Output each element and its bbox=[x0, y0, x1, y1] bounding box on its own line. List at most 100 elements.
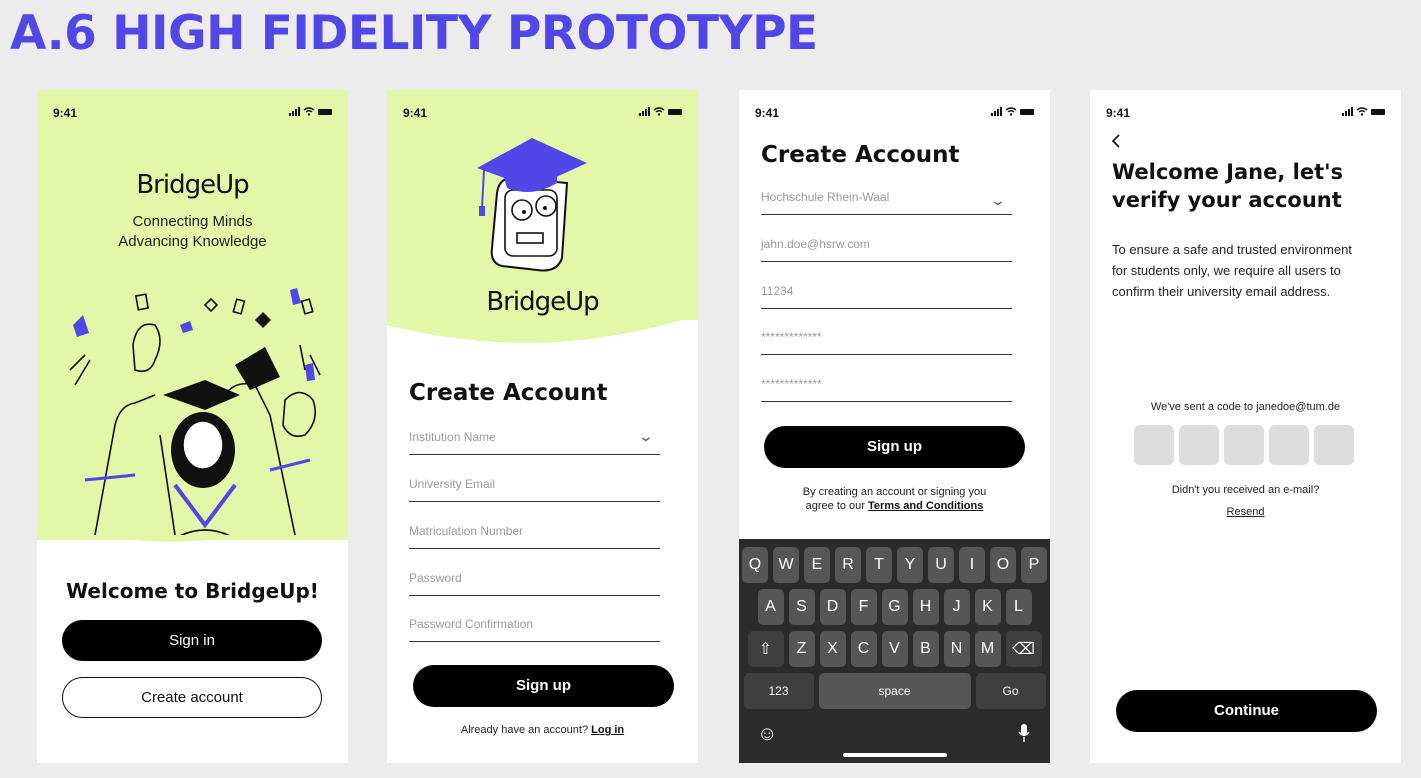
institution-name-field[interactable]: Institution Name ⌄ bbox=[409, 424, 660, 455]
verify-heading: Welcome Jane, let's verify your account bbox=[1112, 158, 1343, 214]
keyboard-row-3: ⇧ Z X C V B N M ⌫ bbox=[739, 631, 1050, 667]
welcome-heading: Welcome to BridgeUp! bbox=[66, 579, 319, 603]
log-in-link[interactable]: Log in bbox=[591, 724, 624, 736]
status-time: 9:41 bbox=[1106, 106, 1131, 120]
key[interactable]: N bbox=[943, 631, 970, 667]
code-box[interactable] bbox=[1224, 425, 1264, 465]
go-key[interactable]: Go bbox=[975, 673, 1046, 709]
terms-text: By creating an account or signing you ag… bbox=[739, 485, 1050, 513]
matriculation-number-placeholder: Matriculation Number bbox=[409, 524, 524, 538]
chevron-down-icon[interactable]: ⌄ bbox=[990, 192, 1006, 209]
institution-name-placeholder: Institution Name bbox=[409, 430, 496, 444]
key[interactable]: B bbox=[912, 631, 939, 667]
password-confirmation-field[interactable]: ************* bbox=[761, 371, 1012, 402]
verify-body-text: To ensure a safe and trusted environment… bbox=[1112, 242, 1352, 299]
password-confirmation-field[interactable]: Password Confirmation bbox=[409, 611, 660, 642]
keyboard-row-2: A S D F G H J K L bbox=[739, 589, 1050, 625]
code-box[interactable] bbox=[1179, 425, 1219, 465]
key[interactable]: A bbox=[757, 589, 784, 625]
home-indicator bbox=[843, 753, 947, 757]
key[interactable]: W bbox=[773, 547, 799, 583]
key[interactable]: Q bbox=[742, 547, 768, 583]
institution-name-field[interactable]: Hochschule Rhein-Waal ⌄ bbox=[761, 184, 1012, 215]
institution-name-value: Hochschule Rhein-Waal bbox=[761, 190, 890, 204]
status-bar: 9:41 bbox=[387, 90, 698, 130]
verification-code-input[interactable] bbox=[1134, 425, 1354, 465]
space-key[interactable]: space bbox=[818, 673, 971, 709]
brand-logo: BridgeUp bbox=[136, 170, 249, 200]
key[interactable]: X bbox=[819, 631, 846, 667]
key[interactable]: U bbox=[928, 547, 954, 583]
welcome-screen: 9:41 BridgeUp Connecting Minds Advancing… bbox=[37, 90, 348, 763]
page-title: A.6 HIGH FIDELITY PROTOTYPE bbox=[10, 6, 818, 61]
key[interactable]: H bbox=[912, 589, 939, 625]
university-email-field[interactable]: University Email bbox=[409, 471, 660, 502]
code-box[interactable] bbox=[1314, 425, 1354, 465]
sign-in-button[interactable]: Sign in bbox=[62, 620, 322, 661]
password-placeholder: Password bbox=[409, 571, 462, 585]
brand-logo: BridgeUp bbox=[486, 287, 599, 317]
status-bar: 9:41 bbox=[1090, 90, 1401, 130]
tagline-line2: Advancing Knowledge bbox=[118, 233, 267, 250]
status-bar: 9:41 bbox=[37, 90, 348, 130]
battery-icon bbox=[318, 108, 332, 115]
matriculation-number-field[interactable]: 11234 bbox=[761, 278, 1012, 309]
create-account-button[interactable]: Create account bbox=[62, 677, 322, 718]
create-account-heading: Create Account bbox=[761, 142, 960, 168]
sign-up-button[interactable]: Sign up bbox=[413, 665, 674, 707]
key[interactable]: Z bbox=[788, 631, 815, 667]
key[interactable]: D bbox=[819, 589, 846, 625]
key[interactable]: V bbox=[881, 631, 908, 667]
key[interactable]: R bbox=[835, 547, 861, 583]
password-confirmation-value: ************* bbox=[761, 377, 822, 391]
mascot-illustration bbox=[477, 138, 587, 272]
key[interactable]: S bbox=[788, 589, 815, 625]
numbers-key[interactable]: 123 bbox=[743, 673, 814, 709]
terms-line1: By creating an account or signing you bbox=[802, 486, 987, 498]
key[interactable]: J bbox=[943, 589, 970, 625]
key[interactable]: E bbox=[804, 547, 830, 583]
emoji-icon[interactable]: ☺ bbox=[757, 723, 777, 746]
key[interactable]: F bbox=[850, 589, 877, 625]
university-email-placeholder: University Email bbox=[409, 477, 496, 491]
password-value: ************* bbox=[761, 330, 822, 344]
back-arrow-icon[interactable] bbox=[1111, 134, 1121, 148]
password-field[interactable]: Password bbox=[409, 565, 660, 596]
chevron-down-icon[interactable]: ⌄ bbox=[638, 428, 654, 445]
resend-link[interactable]: Resend bbox=[1090, 506, 1401, 518]
terms-link[interactable]: Terms and Conditions bbox=[868, 500, 983, 512]
status-time: 9:41 bbox=[403, 106, 428, 120]
key[interactable]: O bbox=[990, 547, 1016, 583]
key[interactable]: I bbox=[959, 547, 985, 583]
code-box[interactable] bbox=[1134, 425, 1174, 465]
keyboard-row-4: 123 space Go bbox=[739, 673, 1050, 709]
code-box[interactable] bbox=[1269, 425, 1309, 465]
verify-heading-line1: Welcome Jane, let's bbox=[1112, 160, 1344, 184]
wifi-icon bbox=[1356, 107, 1368, 116]
key[interactable]: C bbox=[850, 631, 877, 667]
key[interactable]: K bbox=[974, 589, 1001, 625]
backspace-icon[interactable]: ⌫ bbox=[1005, 631, 1042, 667]
verify-account-screen: 9:41 Welcome Jane, let's verify your acc… bbox=[1090, 90, 1401, 763]
key[interactable]: T bbox=[866, 547, 892, 583]
signal-icon bbox=[1342, 107, 1353, 116]
create-account-heading: Create Account bbox=[409, 380, 608, 406]
create-account-empty-screen: 9:41 BridgeUp Create Account Institution… bbox=[387, 90, 698, 763]
password-field[interactable]: ************* bbox=[761, 324, 1012, 355]
terms-line2: agree to our bbox=[805, 500, 865, 512]
verify-heading-line2: verify your account bbox=[1112, 188, 1342, 212]
key[interactable]: M bbox=[974, 631, 1001, 667]
signal-icon bbox=[289, 107, 300, 116]
key[interactable]: L bbox=[1005, 589, 1032, 625]
continue-button[interactable]: Continue bbox=[1116, 690, 1377, 732]
key[interactable]: Y bbox=[897, 547, 923, 583]
status-time: 9:41 bbox=[755, 106, 780, 120]
key[interactable]: G bbox=[881, 589, 908, 625]
no-email-text: Didn't you received an e-mail? bbox=[1171, 484, 1320, 496]
matriculation-number-field[interactable]: Matriculation Number bbox=[409, 518, 660, 549]
shift-icon[interactable]: ⇧ bbox=[747, 631, 784, 667]
sign-up-button[interactable]: Sign up bbox=[764, 426, 1025, 468]
key[interactable]: P bbox=[1021, 547, 1047, 583]
microphone-icon[interactable] bbox=[1018, 723, 1030, 743]
university-email-field[interactable]: jahn.doe@hsrw.com bbox=[761, 231, 1012, 262]
